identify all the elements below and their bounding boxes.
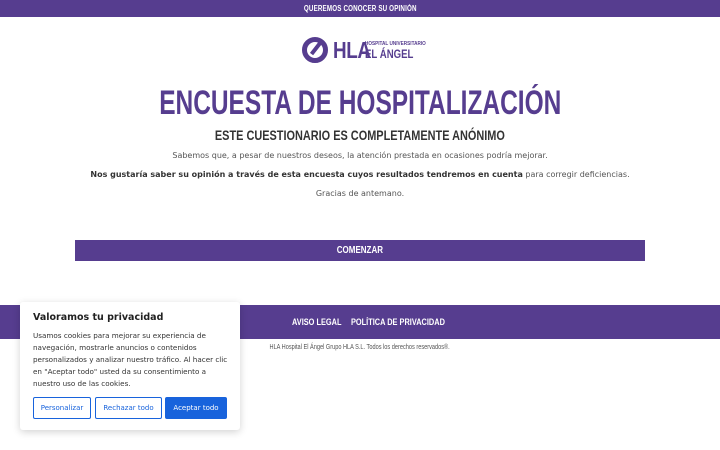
page-title-text: ENCUESTA DE HOSPITALIZACIÓN <box>158 84 562 122</box>
intro-paragraph-3: Gracias de antemano. <box>315 189 405 198</box>
cookie-customize-button[interactable]: Personalizar <box>33 397 91 419</box>
copyright-text-label: HLA Hospital El Ángel Grupo HLA S.L. Tod… <box>269 344 451 351</box>
intro-paragraph-2: Nos gustaría saber su opinión a través d… <box>0 170 720 179</box>
page-subtitle-text: ESTE CUESTIONARIO ES COMPLETAMENTE ANÓNI… <box>214 127 505 143</box>
cookie-consent-banner: Valoramos tu privacidad Usamos cookies p… <box>20 302 240 430</box>
top-banner-text: QUEREMOS CONOCER SU OPINIÓN <box>303 4 417 13</box>
privacy-policy-link[interactable]: POLÍTICA DE PRIVACIDAD <box>351 305 445 339</box>
intro-bold-text: Nos gustaría saber su opinión a través d… <box>90 170 523 179</box>
logo-name: EL ÁNGEL <box>365 47 414 61</box>
cookie-title: Valoramos tu privacidad <box>33 312 164 323</box>
top-banner: QUEREMOS CONOCER SU OPINIÓN <box>0 0 720 17</box>
legal-notice-link[interactable]: AVISO LEGAL <box>292 305 341 339</box>
cookie-description: Usamos cookies para mejorar su experienc… <box>33 331 228 388</box>
cookie-accept-button[interactable]: Aceptar todo <box>165 397 227 419</box>
logo-ring-icon <box>302 37 328 63</box>
cookie-reject-button[interactable]: Rechazar todo <box>95 397 162 419</box>
start-button-label: COMENZAR <box>336 245 384 256</box>
start-button[interactable]: COMENZAR <box>75 240 645 261</box>
page-title: ENCUESTA DE HOSPITALIZACIÓN <box>0 84 720 123</box>
hospital-logo[interactable]: HLA HOSPITAL UNIVERSITARIO EL ÁNGEL <box>302 36 426 64</box>
intro-rest-text: para corregir deficiencias. <box>522 170 630 179</box>
page-subtitle: ESTE CUESTIONARIO ES COMPLETAMENTE ANÓNI… <box>0 127 720 143</box>
intro-paragraph-1: Sabemos que, a pesar de nuestros deseos,… <box>172 151 548 160</box>
